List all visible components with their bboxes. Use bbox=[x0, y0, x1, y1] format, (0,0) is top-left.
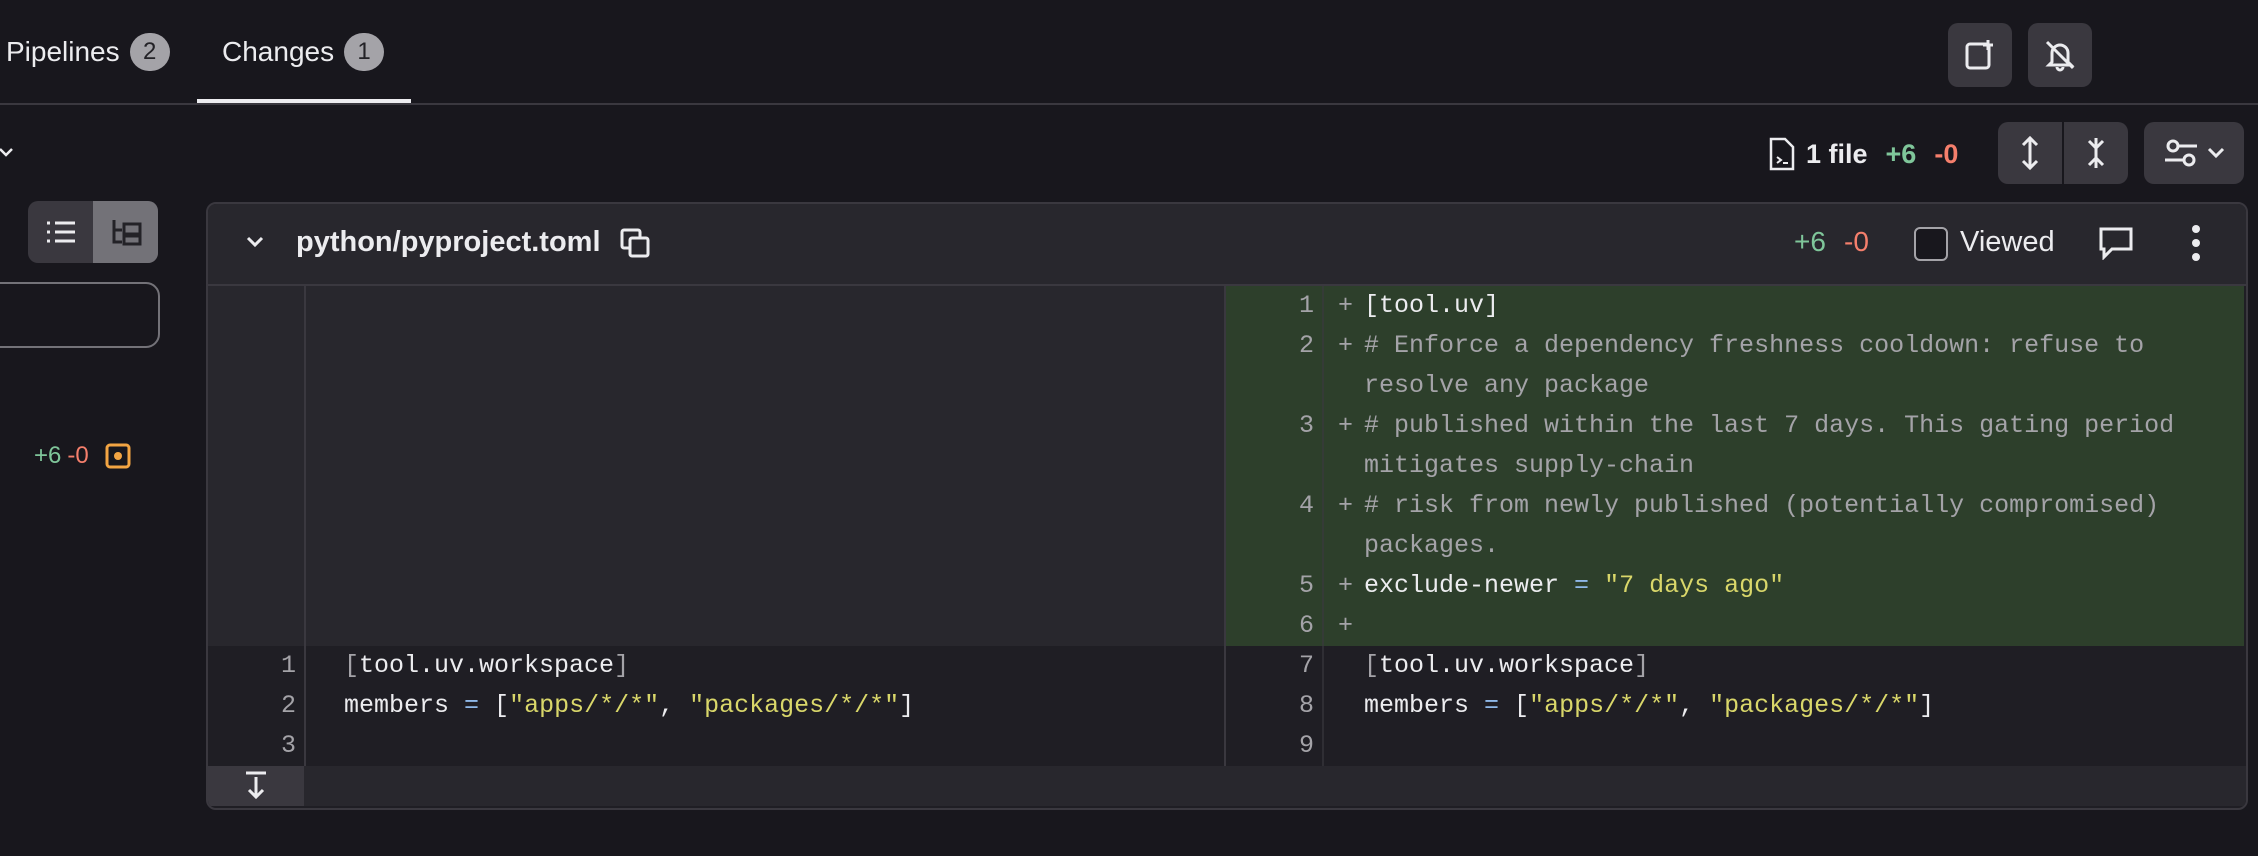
tabs-divider bbox=[0, 103, 2258, 105]
file-count: 1 file bbox=[1806, 138, 1868, 169]
line-number: 4 bbox=[1298, 491, 1314, 520]
add-note-icon bbox=[1965, 40, 1993, 70]
file-deletions: -0 bbox=[1844, 226, 1869, 257]
notifications-off-button[interactable] bbox=[2028, 23, 2092, 87]
expand-all-button[interactable] bbox=[1998, 122, 2062, 184]
line-code: # published within the last 7 days. This… bbox=[1364, 411, 2175, 440]
diff-line-added[interactable]: 5 + exclude-newer = "7 days ago" bbox=[208, 566, 2246, 606]
sidebar-file-stats[interactable]: +6 -0 bbox=[34, 442, 131, 470]
file-tree-view-toggle[interactable] bbox=[28, 201, 158, 263]
new-line-number: 9 bbox=[1298, 731, 1314, 760]
tab-pipelines[interactable]: Pipelines 2 bbox=[6, 0, 170, 104]
line-code: # Enforce a dependency freshness cooldow… bbox=[1364, 331, 2145, 360]
old-line-number: 3 bbox=[280, 731, 296, 760]
diff-line-added[interactable]: 1 + [tool.uv] bbox=[208, 286, 2246, 326]
diff-line-added[interactable]: 2 + # Enforce a dependency freshness coo… bbox=[208, 326, 2246, 406]
list-icon bbox=[46, 221, 75, 243]
sidebar-file-additions: +6 bbox=[34, 442, 62, 469]
collapse-file-chevron-icon[interactable] bbox=[246, 236, 264, 250]
line-code: [tool.uv] bbox=[1364, 291, 1500, 320]
new-line-number: 7 bbox=[1298, 651, 1314, 680]
chevron-down-icon bbox=[2207, 147, 2225, 159]
expand-down-icon bbox=[246, 771, 266, 800]
file-icon bbox=[1769, 137, 1795, 171]
more-options-icon[interactable] bbox=[2190, 224, 2202, 262]
expand-lines-button[interactable] bbox=[208, 766, 304, 806]
collapse-all-button[interactable] bbox=[2064, 122, 2128, 184]
copy-icon[interactable] bbox=[620, 228, 650, 260]
file-path[interactable]: python/pyproject.toml bbox=[296, 226, 601, 259]
file-search-input[interactable] bbox=[0, 282, 160, 348]
chevron-down-icon[interactable] bbox=[0, 145, 14, 159]
tab-pipelines-label: Pipelines bbox=[6, 36, 120, 67]
collapse-vertical-icon bbox=[2087, 138, 2105, 168]
old-line-number: 1 bbox=[280, 651, 296, 680]
new-line-code: [tool.uv.workspace] bbox=[1364, 651, 1650, 680]
file-diff-card: python/pyproject.toml +6 -0 Viewed 1 + [… bbox=[206, 202, 2248, 810]
tree-view-button[interactable] bbox=[93, 201, 158, 263]
total-additions: +6 bbox=[1885, 138, 1917, 169]
line-code-wrap: resolve any package bbox=[1364, 371, 1650, 400]
line-number: 1 bbox=[1298, 291, 1314, 320]
file-additions: +6 bbox=[1794, 226, 1826, 257]
diff-summary: 1 file +6 -0 bbox=[1768, 134, 1958, 174]
file-header: python/pyproject.toml +6 -0 Viewed bbox=[208, 204, 2246, 286]
line-code: exclude-newer = "7 days ago" bbox=[1364, 571, 1785, 600]
new-line-code: members = ["apps/*/*", "packages/*/*"] bbox=[1364, 691, 1935, 720]
settings-sliders-icon bbox=[2165, 139, 2197, 167]
comment-icon[interactable] bbox=[2098, 226, 2134, 260]
old-line-number: 2 bbox=[280, 691, 296, 720]
tab-pipelines-count: 2 bbox=[129, 33, 170, 71]
tree-icon bbox=[112, 220, 141, 246]
line-code: # risk from newly published (potentially… bbox=[1364, 491, 2160, 520]
tab-changes-count: 1 bbox=[344, 33, 385, 71]
old-line-code: [tool.uv.workspace] bbox=[344, 651, 630, 680]
file-modified-icon bbox=[105, 443, 131, 469]
line-number: 5 bbox=[1298, 571, 1314, 600]
line-code-wrap: packages. bbox=[1364, 531, 1500, 560]
line-number: 2 bbox=[1298, 331, 1314, 360]
line-number: 6 bbox=[1298, 611, 1314, 640]
tab-changes[interactable]: Changes 1 bbox=[222, 0, 385, 104]
total-deletions: -0 bbox=[1934, 138, 1959, 169]
diff-line-added[interactable]: 4 + # risk from newly published (potenti… bbox=[208, 486, 2246, 566]
diff-settings-dropdown[interactable] bbox=[2144, 122, 2244, 184]
line-code-wrap: mitigates supply-chain bbox=[1364, 451, 1695, 480]
expand-bar bbox=[208, 766, 2246, 806]
line-number: 3 bbox=[1298, 411, 1314, 440]
viewed-checkbox[interactable] bbox=[1914, 227, 1948, 261]
tab-changes-label: Changes bbox=[222, 36, 335, 67]
add-to-review-button[interactable] bbox=[1948, 23, 2012, 87]
diff-line-added[interactable]: 6 + bbox=[208, 606, 2246, 646]
old-line-code: members = ["apps/*/*", "packages/*/*"] bbox=[344, 691, 915, 720]
bell-off-icon bbox=[2045, 40, 2075, 72]
sidebar-file-deletions: -0 bbox=[67, 442, 89, 469]
new-line-number: 8 bbox=[1298, 691, 1314, 720]
diff-line-context[interactable]: 3 9 bbox=[208, 726, 2246, 766]
diff-line-context[interactable]: 1 [tool.uv.workspace] 7 [tool.uv.workspa… bbox=[208, 646, 2246, 686]
diff-line-context[interactable]: 2 members = ["apps/*/*", "packages/*/*"]… bbox=[208, 686, 2246, 726]
diff-line-added[interactable]: 3 + # published within the last 7 days. … bbox=[208, 406, 2246, 486]
viewed-label: Viewed bbox=[1960, 226, 2055, 258]
list-view-button[interactable] bbox=[28, 201, 93, 263]
expand-vertical-icon bbox=[2021, 135, 2039, 171]
